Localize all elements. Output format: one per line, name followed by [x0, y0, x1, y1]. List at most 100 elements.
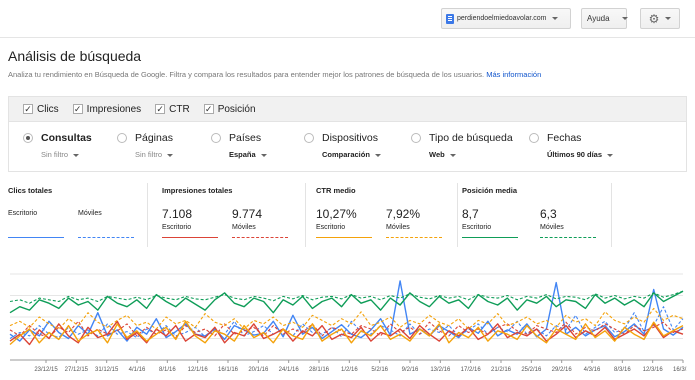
summary-desktop: 10,27% Escritorio	[316, 207, 357, 231]
metrics-bar: ✓ Clics ✓ Impresiones ✓ CTR ✓ Posición	[8, 96, 687, 122]
summary-value: 7.108	[162, 207, 193, 221]
line-chart-svg[interactable]: 23/12/15 27/12/15 31/12/15 4/1/16 8/1/16 12/1…	[8, 268, 694, 380]
performance-chart[interactable]: 23/12/15 27/12/15 31/12/15 4/1/16 8/1/16 12/1…	[8, 268, 694, 380]
summary-mobile: 7,92% Móviles	[386, 207, 420, 231]
dimension-filter-value: Sin filtro	[41, 150, 69, 159]
dimension-filter-dropdown[interactable]: Sin filtro	[135, 150, 174, 159]
page-description-text: Analiza tu rendimiento en Búsqueda de Go…	[8, 70, 485, 79]
chevron-down-icon	[167, 154, 174, 157]
summary-clics[interactable]: Clics totales Escritorio Móviles	[8, 183, 148, 247]
top-bar: perdiendoelmiedoavolar.com Ayuda ⚙	[0, 0, 695, 38]
dimension-filter-dropdown[interactable]: Web	[429, 150, 456, 159]
metric-label: CTR	[169, 103, 190, 115]
dimension-filter-dropdown[interactable]: Últimos 90 días	[547, 150, 614, 159]
metric-toggle-posicion[interactable]: ✓ Posición	[203, 103, 256, 115]
summary-title: Impresiones totales	[162, 186, 233, 195]
series-line-6[interactable]	[9, 290, 684, 314]
dimension-filter-dropdown[interactable]: España	[229, 150, 267, 159]
settings-button[interactable]: ⚙	[640, 8, 680, 29]
series-line-5[interactable]	[9, 307, 684, 330]
site-selector[interactable]: perdiendoelmiedoavolar.com	[441, 8, 571, 29]
dimension-filters: Consultas Sin filtro Páginas Sin filtro …	[8, 122, 687, 172]
radio-icon[interactable]	[211, 133, 221, 143]
chevron-down-icon	[73, 154, 80, 157]
summary-label: Escritorio	[462, 224, 492, 231]
legend-line-solid	[162, 237, 218, 238]
x-tick-label: 4/1/16	[129, 367, 146, 373]
metric-toggle-ctr[interactable]: ✓ CTR	[155, 104, 190, 115]
help-button[interactable]: Ayuda	[581, 8, 628, 29]
summary-posicion[interactable]: Posición media 8,7 Escritorio 6,3 Móvile…	[462, 183, 612, 247]
summary-value: 8,7	[462, 207, 479, 221]
gear-icon: ⚙	[648, 11, 660, 26]
x-tick-label: 16/1/16	[218, 367, 239, 373]
chevron-down-icon	[665, 17, 672, 20]
chevron-down-icon	[374, 154, 381, 157]
legend-line-solid	[316, 237, 372, 238]
dimension-label: Páginas	[135, 132, 173, 144]
dimension-filter-value: Últimos 90 días	[547, 150, 603, 159]
metric-label: Impresiones	[86, 103, 142, 115]
summary-desktop: Escritorio	[8, 207, 37, 217]
legend-line-solid	[462, 237, 518, 238]
summary-label: Móviles	[78, 210, 102, 217]
summary-label: Móviles	[540, 224, 564, 231]
radio-icon[interactable]	[304, 133, 314, 143]
summary-value: 10,27%	[316, 207, 357, 221]
x-tick-label: 16/3/16	[673, 367, 687, 373]
series-line-0[interactable]	[9, 280, 684, 342]
summary-value: 9.774	[232, 207, 263, 221]
page-description: Analiza tu rendimiento en Búsqueda de Go…	[8, 70, 541, 79]
metrics-summary: Clics totales Escritorio Móviles Impresi…	[8, 183, 687, 249]
summary-title: Posición media	[462, 186, 518, 195]
x-tick-label: 1/2/16	[341, 367, 358, 373]
metric-toggle-clics[interactable]: ✓ Clics	[23, 104, 59, 115]
summary-label: Escritorio	[8, 210, 38, 217]
x-tick-label: 4/3/16	[584, 367, 601, 373]
legend-line-dashed	[540, 237, 596, 238]
radio-selected-icon[interactable]	[23, 133, 33, 143]
help-label: Ayuda	[587, 14, 610, 23]
summary-mobile: 6,3 Móviles	[540, 207, 564, 231]
x-tick-label: 27/12/15	[65, 367, 89, 373]
checkbox-checked-icon[interactable]: ✓	[23, 104, 33, 114]
metric-toggle-impresiones[interactable]: ✓ Impresiones	[72, 103, 142, 115]
summary-desktop: 8,7 Escritorio	[462, 207, 491, 231]
x-tick-label: 12/1/16	[188, 367, 209, 373]
radio-icon[interactable]	[117, 133, 127, 143]
dimension-label: Fechas	[547, 132, 582, 144]
x-tick-label: 8/3/16	[614, 367, 631, 373]
dimension-label: Dispositivos	[322, 132, 379, 144]
dimension-filter-value: Sin filtro	[135, 150, 163, 159]
x-tick-label: 20/1/16	[248, 367, 269, 373]
summary-desktop: 7.108 Escritorio	[162, 207, 192, 231]
x-tick-label: 17/2/16	[461, 367, 482, 373]
summary-impresiones[interactable]: Impresiones totales 7.108 Escritorio 9.7…	[162, 183, 306, 247]
x-tick-label: 29/2/16	[552, 367, 573, 373]
more-info-link[interactable]: Más información	[486, 70, 541, 79]
dimension-filter-value: Web	[429, 150, 445, 159]
checkbox-checked-icon[interactable]: ✓	[72, 104, 83, 114]
site-name: perdiendoelmiedoavolar.com	[457, 15, 547, 22]
checkbox-checked-icon[interactable]: ✓	[203, 104, 214, 114]
legend-line-solid	[8, 237, 64, 238]
dimension-filter-value: Comparación	[322, 150, 370, 159]
summary-mobile: 9.774 Móviles	[232, 207, 262, 231]
x-tick-label: 28/1/16	[309, 367, 330, 373]
summary-value: 6,3	[540, 207, 557, 221]
x-tick-label: 8/1/16	[159, 367, 176, 373]
metric-label: Posición	[217, 103, 256, 115]
chevron-down-icon	[449, 154, 456, 157]
summary-label: Escritorio	[316, 224, 346, 231]
radio-icon[interactable]	[411, 133, 421, 143]
summary-value: 7,92%	[386, 207, 421, 221]
legend-line-dashed	[386, 237, 442, 238]
radio-icon[interactable]	[529, 133, 539, 143]
chevron-down-icon	[607, 154, 614, 157]
summary-ctr[interactable]: CTR medio 10,27% Escritorio 7,92% Móvile…	[316, 183, 458, 247]
dimension-filter-dropdown[interactable]: Sin filtro	[41, 150, 80, 159]
x-tick-label: 9/2/16	[402, 367, 419, 373]
checkbox-checked-icon[interactable]: ✓	[155, 104, 166, 114]
dimension-filter-dropdown[interactable]: Comparación	[322, 150, 381, 159]
summary-label: Móviles	[232, 224, 256, 231]
